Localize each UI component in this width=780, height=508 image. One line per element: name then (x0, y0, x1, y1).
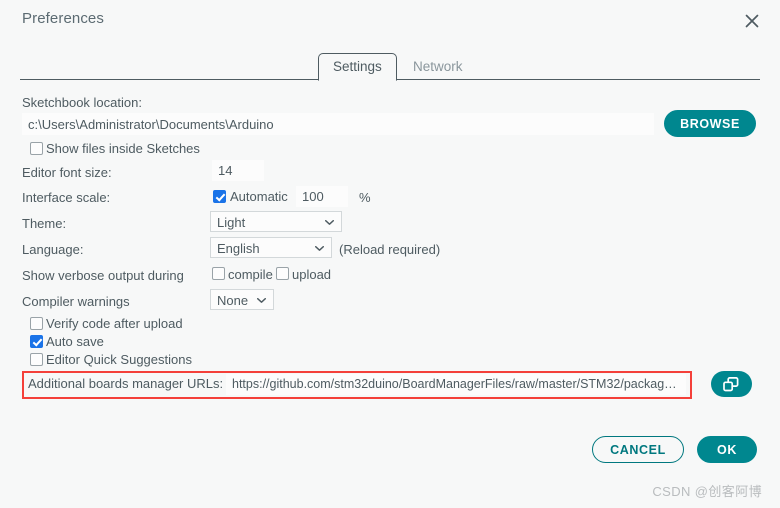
verify-code-after-upload-label: Verify code after upload (46, 316, 183, 331)
editor-quick-suggestions-checkbox[interactable] (30, 353, 43, 366)
editor-font-size-input[interactable] (212, 160, 264, 181)
verbose-compile-checkbox[interactable] (212, 267, 225, 280)
verbose-upload-label: upload (292, 267, 332, 282)
verbose-output-label: Show verbose output during (22, 268, 184, 283)
interface-scale-automatic-label: Automatic (230, 189, 288, 204)
show-files-inside-sketches-checkbox[interactable] (30, 142, 43, 155)
language-reload-note: (Reload required) (339, 242, 441, 257)
language-select[interactable]: English (210, 237, 332, 258)
editor-font-size-label: Editor font size: (22, 165, 112, 180)
chevron-down-icon (257, 297, 266, 303)
interface-scale-input[interactable] (296, 186, 348, 207)
interface-scale-unit-label: % (359, 190, 371, 205)
additional-boards-urls-input[interactable]: https://github.com/stm32duino/BoardManag… (226, 374, 686, 395)
verbose-compile-label: compile (228, 267, 273, 282)
compiler-warnings-label: Compiler warnings (22, 294, 130, 309)
language-label: Language: (22, 242, 84, 257)
browse-button[interactable]: BROWSE (664, 110, 756, 137)
compiler-warnings-select-value: None (217, 293, 249, 308)
show-files-inside-sketches-label: Show files inside Sketches (46, 141, 200, 156)
verify-code-after-upload-checkbox[interactable] (30, 317, 43, 330)
chevron-down-icon (325, 219, 334, 225)
settings-form: Sketchbook location: BROWSE Show files i… (0, 0, 780, 508)
expand-urls-button[interactable] (711, 371, 752, 397)
theme-select-value: Light (217, 215, 246, 230)
sketchbook-location-input[interactable] (22, 113, 654, 135)
auto-save-label: Auto save (46, 334, 104, 349)
interface-scale-label: Interface scale: (22, 190, 111, 205)
verbose-upload-checkbox[interactable] (276, 267, 289, 280)
interface-scale-automatic-checkbox[interactable] (213, 190, 226, 203)
compiler-warnings-select[interactable]: None (210, 289, 274, 310)
ok-button[interactable]: OK (697, 436, 757, 463)
cancel-button[interactable]: CANCEL (592, 436, 684, 463)
editor-quick-suggestions-label: Editor Quick Suggestions (46, 352, 192, 367)
sketchbook-location-label: Sketchbook location: (22, 95, 142, 110)
theme-label: Theme: (22, 216, 67, 231)
language-select-value: English (217, 241, 260, 256)
chevron-down-icon (315, 245, 324, 251)
watermark: CSDN @创客阿博 (652, 484, 762, 499)
additional-boards-urls-label: Additional boards manager URLs: (28, 376, 224, 391)
auto-save-checkbox[interactable] (30, 335, 43, 348)
theme-select[interactable]: Light (210, 211, 342, 232)
